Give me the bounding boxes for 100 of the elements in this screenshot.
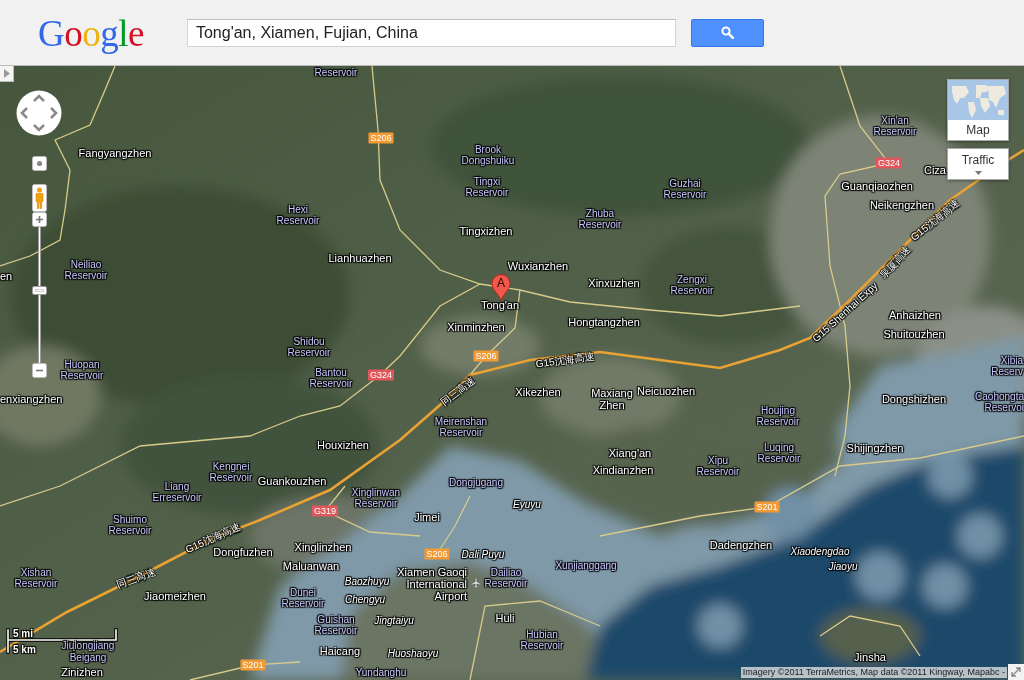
- place-label: Fangyangzhen: [78, 147, 152, 159]
- place-label: Houxizhen: [317, 439, 369, 451]
- place-label: Xiang'an: [608, 447, 652, 459]
- place-label: Anhaizhen: [889, 309, 941, 321]
- island-label: Baozhuyu: [344, 576, 390, 588]
- map-type-button[interactable]: Map: [947, 79, 1009, 141]
- route-shield: S206: [473, 350, 499, 362]
- traffic-button[interactable]: Traffic: [947, 148, 1009, 180]
- scale-kilometers-label: 5 km: [13, 644, 36, 655]
- water-label: Xipu Reservoir: [696, 455, 740, 477]
- place-label: Xinglinzhen: [294, 541, 352, 553]
- place-label: Xindianzhen: [592, 464, 654, 476]
- world-map-icon: [948, 80, 1008, 120]
- place-label: Jimei: [414, 511, 440, 523]
- airplane-icon: [471, 578, 481, 588]
- water-label: Hubian Reservoir: [520, 629, 564, 651]
- island-label: Jingtaiyu: [374, 615, 414, 627]
- route-shield: S206: [368, 132, 394, 144]
- water-label: Guzhai Reservoir: [663, 178, 707, 200]
- water-label: Zengxi Reservoir: [670, 274, 714, 296]
- place-label: Huli: [495, 612, 515, 624]
- water-label: Luqing Reservoir: [757, 442, 801, 464]
- location-marker[interactable]: A: [491, 274, 511, 302]
- route-shield: S201: [754, 501, 780, 513]
- water-label: Xinglinwan Reservoir: [351, 487, 401, 509]
- water-label: Shuimo Reservoir: [108, 514, 152, 536]
- water-label: Xibia Reserv: [991, 355, 1023, 377]
- road-name-label: 同三高速: [438, 374, 478, 408]
- water-label: Xin'an Reservoir: [873, 115, 917, 137]
- island-label: Eyuyu: [513, 499, 541, 511]
- place-label: Neicuozhen: [636, 385, 696, 397]
- route-shield: G324: [876, 157, 902, 169]
- water-label: Zhuba Reservoir: [578, 208, 622, 230]
- zoom-slider-thumb[interactable]: [32, 286, 47, 296]
- place-label: Xikezhen: [515, 386, 561, 398]
- water-label: Huopan Reservoir: [60, 359, 104, 381]
- place-label: Tong'an: [480, 299, 520, 311]
- place-label: Maluanwan: [282, 560, 340, 572]
- route-shield: G324: [368, 369, 394, 381]
- water-label: Dailiao Reservoir: [484, 567, 528, 589]
- place-label: Jiaomeizhen: [144, 590, 206, 602]
- road-name-label: 泉厦高速: [877, 243, 913, 281]
- place-label: enxiangzhen: [0, 393, 63, 405]
- place-label: Maxiang Zhen: [591, 387, 633, 411]
- place-label: Hongtangzhen: [568, 316, 640, 328]
- google-logo[interactable]: Google: [38, 14, 144, 54]
- minus-icon[interactable]: [32, 363, 47, 378]
- place-label: Jinsha: [854, 651, 886, 663]
- water-label: Dunei Reservoir: [281, 587, 325, 609]
- plus-icon[interactable]: [32, 212, 47, 227]
- map-attribution: Imagery ©2011 TerraMetrics, Map data ©2011 Kingway, Mapabc -: [740, 667, 1007, 678]
- search-field[interactable]: Tong'an, Xiamen, Fujian, China: [186, 18, 676, 47]
- place-label: Xinminzhen: [447, 321, 505, 333]
- place-label: Shuitouzhen: [883, 328, 945, 340]
- water-label: Brook Dongshuiku: [461, 144, 515, 166]
- route-shield: S201: [240, 659, 266, 671]
- place-label: Dadengzhen: [709, 539, 773, 551]
- route-shield: S206: [424, 548, 450, 560]
- place-label: Guankouzhen: [257, 475, 327, 487]
- panel-toggle-button[interactable]: [0, 66, 14, 82]
- place-label: Tingxizhen: [459, 225, 513, 237]
- person-icon[interactable]: [32, 184, 47, 212]
- water-label: Xunjianggang: [555, 559, 617, 571]
- water-label: Neiliao Reservoir: [64, 259, 108, 281]
- water-label: Caohongta Reservoi: [975, 391, 1024, 413]
- water-label: Reservoir: [314, 66, 358, 78]
- place-label: Wuxianzhen: [507, 260, 569, 272]
- place-label: en: [0, 270, 13, 282]
- place-label: Haicang: [319, 645, 361, 657]
- water-label: Guishan Reservoir: [314, 614, 358, 636]
- road-name-label: G15沈海高速: [535, 350, 595, 370]
- place-label: Lianhuazhen: [328, 252, 392, 264]
- place-label: Zinizhen: [61, 666, 103, 678]
- island-label: Jiaoyu: [828, 561, 858, 573]
- place-label: Dongshizhen: [881, 393, 947, 405]
- place-label: Xinxuzhen: [588, 277, 640, 289]
- airport-label: Xiamen Gaoqi International Airport: [397, 566, 467, 602]
- water-label: Houjing Reservoir: [756, 405, 800, 427]
- island-label: Xiaodengdao: [790, 546, 850, 558]
- water-label: Beigang: [69, 651, 107, 663]
- diagonal-arrows-icon[interactable]: [1008, 664, 1024, 680]
- water-label: Tingxi Reservoir: [465, 176, 509, 198]
- water-label: Bantou Reservoir: [309, 367, 353, 389]
- route-shield: G319: [312, 505, 338, 517]
- water-label: Liang Erreservoir: [152, 481, 202, 503]
- water-label: Kengnei Reservoir: [209, 461, 253, 483]
- island-label: Huoshaoyu: [387, 648, 439, 660]
- water-label: Dongjugang: [449, 476, 503, 488]
- pan-arrows-icon[interactable]: [16, 90, 62, 136]
- water-label: Shidou Reservoir: [287, 336, 331, 358]
- triangle-right-icon: [3, 69, 10, 78]
- place-label: Neikengzhen: [869, 199, 935, 211]
- water-label: Yundanghu: [355, 666, 407, 678]
- place-label: Ciza: [924, 164, 946, 176]
- water-label: Xishan Reservoir: [14, 567, 58, 589]
- search-button[interactable]: [690, 18, 764, 47]
- place-label: Shijingzhen: [846, 442, 904, 454]
- road-name-label: 同三高速: [115, 566, 157, 590]
- island-label: Dali Puyu: [461, 549, 505, 561]
- water-label: Hexi Reservoir: [276, 204, 320, 226]
